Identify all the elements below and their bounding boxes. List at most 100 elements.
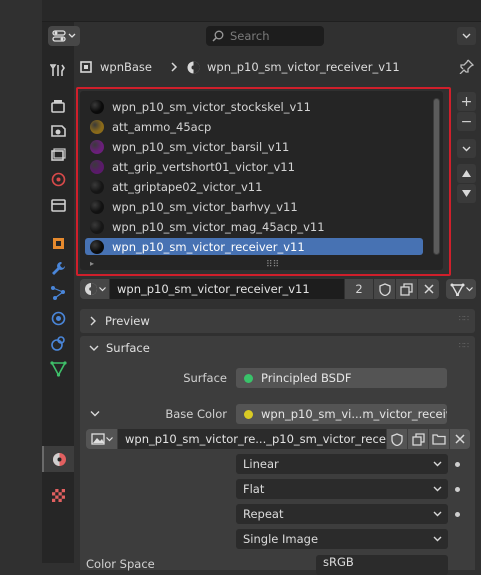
link-type-button[interactable]: [446, 279, 476, 299]
material-slot-label: wpn_p10_sm_victor_barsil_v11: [112, 139, 290, 154]
material-slot-row[interactable]: wpn_p10_sm_victor_stockskel_v11: [85, 98, 423, 115]
search-placeholder: Search: [230, 29, 270, 43]
socket-dot-icon: [455, 462, 460, 467]
material-slot-list[interactable]: wpn_p10_sm_victor_stockskel_v11 att_ammo_…: [80, 91, 443, 270]
material-slot-label: att_grip_vertshort01_victor_v11: [112, 159, 295, 174]
editor-type-button[interactable]: [48, 26, 80, 46]
surface-label: Surface: [183, 371, 227, 385]
material-preview-icon: [90, 199, 104, 214]
shield-icon: [391, 432, 403, 446]
chevron-down-icon: [433, 536, 442, 542]
duplicate-material-button[interactable]: [396, 279, 417, 299]
projection-select[interactable]: Flat: [236, 479, 448, 499]
fake-user-button[interactable]: [374, 279, 395, 299]
data-tab[interactable]: [42, 355, 74, 381]
world-tab[interactable]: [42, 192, 74, 218]
breadcrumb-material: wpn_p10_sm_victor_receiver_v11: [207, 60, 400, 74]
breadcrumb-object: wpnBase: [100, 60, 152, 74]
color-space-select[interactable]: sRGB: [316, 555, 448, 575]
texture-icon: [51, 488, 65, 502]
preview-panel-header[interactable]: Preview ∷∷: [80, 309, 475, 333]
remove-slot-button[interactable]: −: [457, 112, 476, 131]
material-slot-row[interactable]: wpn_p10_sm_victor_receiver_v11: [85, 238, 423, 255]
material-slot-row[interactable]: wpn_p10_sm_victor_barsil_v11: [85, 138, 423, 155]
material-name-field[interactable]: wpn_p10_sm_victor_receiver_v11: [110, 279, 344, 299]
particles-tab[interactable]: [42, 280, 74, 306]
base-color-expand[interactable]: [90, 407, 100, 421]
properties-editor-icon: [52, 30, 66, 42]
browse-material-button[interactable]: [80, 279, 109, 299]
slot-specials-button[interactable]: [457, 139, 476, 158]
output-tab[interactable]: [42, 117, 74, 143]
material-slot-row[interactable]: att_ammo_45acp: [85, 118, 423, 135]
folder-icon: [432, 434, 446, 445]
panel-drag-grip[interactable]: ∷∷: [459, 342, 469, 350]
panel-drag-grip[interactable]: ∷∷: [459, 315, 469, 323]
material-slot-row[interactable]: wpn_p10_sm_victor_mag_45acp_v11: [85, 218, 423, 235]
color-socket-icon: [244, 409, 253, 419]
image-name-text: wpn_p10_sm_victor_re..._p10_sm_victor_re…: [125, 432, 386, 446]
material-preview-icon: [90, 159, 104, 174]
tool-icon: [49, 63, 65, 76]
base-color-link-field[interactable]: wpn_p10_sm_vi...m_victor_receiver: [236, 404, 447, 424]
physics-tab[interactable]: [42, 305, 74, 331]
chevron-down-icon: [433, 486, 442, 492]
pin-button[interactable]: [459, 59, 475, 77]
list-scroll-thumb[interactable]: [434, 99, 439, 254]
list-resize-grip[interactable]: ⠿⠿: [266, 260, 279, 270]
base-color-link-text: wpn_p10_sm_vi...m_victor_receiver: [261, 407, 447, 421]
add-slot-button[interactable]: +: [457, 92, 476, 111]
wrench-icon: [51, 261, 65, 275]
duplicate-image-button[interactable]: [408, 429, 428, 449]
modifier-tab[interactable]: [42, 255, 74, 281]
material-slot-row[interactable]: att_griptape02_victor_v11: [85, 178, 423, 195]
extension-select[interactable]: Repeat: [236, 504, 448, 524]
render-icon: [50, 99, 65, 113]
duplicate-icon: [400, 282, 413, 296]
options-dropdown-button[interactable]: [457, 27, 476, 45]
scene-tab[interactable]: [42, 166, 74, 192]
material-user-count[interactable]: 2: [345, 279, 373, 299]
open-image-button[interactable]: [429, 429, 449, 449]
material-slot-row[interactable]: wpn_p10_sm_victor_barhvy_v11: [85, 198, 423, 215]
material-tab[interactable]: [42, 446, 74, 472]
move-slot-up-button[interactable]: [457, 164, 476, 183]
socket-dot-icon: [455, 487, 460, 492]
object-icon: [80, 61, 92, 73]
list-filter-expand-icon[interactable]: ▸: [90, 259, 94, 268]
scene-icon: [51, 172, 65, 186]
world-icon: [50, 198, 66, 212]
material-preview-icon: [90, 219, 104, 234]
image-source-select[interactable]: Single Image: [236, 529, 448, 549]
projection-value: Flat: [243, 482, 265, 496]
surface-panel-title: Surface: [106, 341, 150, 355]
render-tab[interactable]: [42, 93, 74, 119]
search-input[interactable]: Search: [206, 26, 324, 46]
material-slot-label: att_griptape02_victor_v11: [112, 179, 263, 194]
interpolation-select[interactable]: Linear: [236, 454, 448, 474]
unlink-material-button[interactable]: [418, 279, 439, 299]
material-preview-icon: [90, 119, 104, 134]
object-tab[interactable]: [42, 230, 74, 256]
interpolation-value: Linear: [243, 457, 279, 471]
unlink-image-button[interactable]: [450, 429, 470, 449]
triangle-up-icon: [462, 170, 471, 177]
texture-tab[interactable]: [42, 482, 74, 508]
surface-shader-field[interactable]: Principled BSDF: [236, 368, 447, 388]
browse-image-button[interactable]: [86, 429, 117, 449]
plus-icon: +: [460, 93, 473, 110]
chevron-down-icon: [68, 33, 76, 38]
material-slot-row[interactable]: att_grip_vertshort01_victor_v11: [85, 158, 423, 175]
image-name-field[interactable]: wpn_p10_sm_victor_re..._p10_sm_victor_re…: [118, 429, 386, 449]
move-slot-down-button[interactable]: [457, 184, 476, 203]
constraints-tab[interactable]: [42, 330, 74, 356]
chevron-down-icon: [89, 345, 99, 351]
constraints-icon: [50, 335, 65, 351]
tool-tab[interactable]: [42, 57, 74, 83]
material-preview-icon: [90, 139, 104, 154]
view-layer-icon: [50, 147, 66, 161]
surface-panel-header[interactable]: Surface ∷∷: [80, 336, 475, 360]
view-layer-tab[interactable]: [42, 142, 74, 168]
image-fake-user-button[interactable]: [387, 429, 407, 449]
chevron-down-icon: [90, 411, 100, 417]
